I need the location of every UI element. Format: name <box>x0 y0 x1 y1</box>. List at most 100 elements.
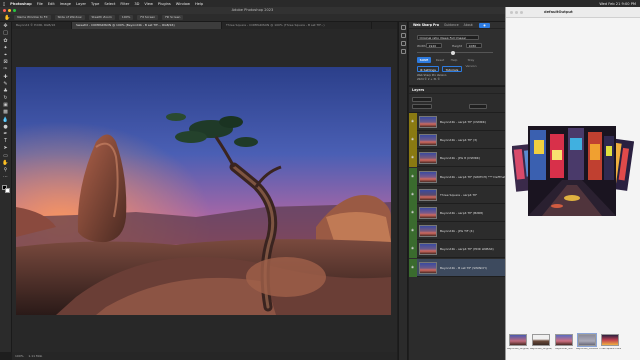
layer-row[interactable]: ◉ Beyond4b - JPG TIF (4) <box>409 222 505 241</box>
layer-name[interactable]: Beyond4b - B set TIF (SWINCH) <box>440 266 487 270</box>
menu-layer[interactable]: Layer <box>76 2 86 6</box>
healing-tool-icon[interactable]: ✚ <box>2 74 9 80</box>
plugin-tab-guidance[interactable]: Guidance <box>444 23 459 27</box>
menubar-clock[interactable]: Wed Feb 21 9:00 PM <box>599 2 636 6</box>
eyedropper-tool-icon[interactable]: ✑ <box>2 66 9 72</box>
doc-tab-3[interactable]: Three Square - COMPARISON @ 100% (Three … <box>222 22 372 29</box>
finder-file-name[interactable]: Three Square COMPARISON <box>599 348 621 351</box>
gradient-tool-icon[interactable]: ▩ <box>2 109 9 115</box>
zoom-window-button[interactable] <box>13 9 16 12</box>
close-window-button[interactable] <box>3 9 6 12</box>
width-field[interactable]: 1920 <box>426 43 442 48</box>
pen-tool-icon[interactable]: ✒ <box>2 131 9 137</box>
move-tool-icon[interactable]: ✥ <box>2 23 9 29</box>
history-brush-tool-icon[interactable]: ↻ <box>2 95 9 101</box>
path-select-tool-icon[interactable]: ➤ <box>2 145 9 151</box>
menu-window[interactable]: Window <box>176 2 190 6</box>
layer-name[interactable]: Beyond4b - sarp4 TIF (CSMRK) <box>440 120 486 124</box>
layer-thumbnail[interactable] <box>419 207 437 219</box>
finder-file-thumbnail[interactable] <box>532 334 550 346</box>
reset-button[interactable]: Reset <box>434 57 446 63</box>
finder-close-button[interactable] <box>510 11 513 14</box>
layer-thumbnail[interactable] <box>419 261 437 274</box>
layer-row[interactable]: ◉ Beyond4b - sarp4 TIF (SWITCH) *** DefTh… <box>409 167 514 186</box>
options-button-5[interactable]: Fit Screen <box>137 15 159 20</box>
layer-thumbnail[interactable] <box>419 152 437 165</box>
layer-name[interactable]: Beyond4b - sarp4 TIF (3) <box>440 138 477 142</box>
finder-file-name[interactable]: Beyond4b_Original_trial <box>530 348 552 351</box>
finder-file-thumbnail[interactable] <box>555 334 573 346</box>
layer-row[interactable]: ◉ Three Square - sarp4 TIF <box>409 185 505 204</box>
visibility-eye-icon[interactable]: ◉ <box>411 228 414 232</box>
zoom-level[interactable]: 100% <box>15 354 24 358</box>
finder-file-thumbnail[interactable] <box>509 334 527 346</box>
menu-type[interactable]: Type <box>91 2 99 6</box>
brush-tool-icon[interactable]: ✎ <box>2 81 9 87</box>
layer-row[interactable]: ◉ Beyond4b - sarp4 TIF (CSMRK) <box>409 113 505 131</box>
menu-edit[interactable]: Edit <box>48 2 55 6</box>
visibility-eye-icon[interactable]: ◉ <box>411 174 414 178</box>
visibility-eye-icon[interactable]: ◉ <box>411 155 414 159</box>
minimize-window-button[interactable] <box>8 9 11 12</box>
layer-thumbnail[interactable] <box>419 243 437 256</box>
preset-select[interactable]: Original ratio (Keep Full Image) <box>417 35 479 40</box>
options-button-4[interactable]: 100% <box>118 15 134 20</box>
layer-row[interactable]: ◉ Beyond4b - JPG 8 (CSMRK) <box>409 149 505 168</box>
document-info[interactable]: 1.11 Mob <box>28 354 42 358</box>
finder-file-name[interactable]: Beyond4b_COMPARISON <box>576 348 598 351</box>
settings-button[interactable]: ⚙ Settings <box>417 66 439 72</box>
plugin-tab-about[interactable]: About <box>464 23 473 27</box>
visibility-eye-icon[interactable]: ◉ <box>411 265 414 269</box>
layer-thumbnail[interactable] <box>419 188 437 201</box>
visibility-eye-icon[interactable]: ◉ <box>411 192 414 196</box>
visibility-eye-icon[interactable]: ◉ <box>411 137 414 141</box>
layer-name[interactable]: Beyond4b - sarp4 TIF (B2R8) <box>440 211 483 215</box>
options-button-6[interactable]: Fill Screen <box>162 15 184 20</box>
eraser-tool-icon[interactable]: ▣ <box>2 102 9 108</box>
menu-3d[interactable]: 3D <box>134 2 139 6</box>
height-field[interactable]: 1080 <box>466 43 482 48</box>
properties-panel-icon[interactable] <box>400 33 406 38</box>
layer-row[interactable]: ◉ Beyond4b - sarp4 TIF (3) <box>409 131 505 150</box>
doc-tab-1[interactable]: Beyond4 © EditR, RGB/16 <box>12 22 72 29</box>
layer-thumbnail[interactable] <box>419 116 437 128</box>
doc-tab-active[interactable]: Sweetld - COMPARISON @ 100% (Beyond4b - … <box>72 22 222 29</box>
history-panel-icon[interactable] <box>400 25 406 30</box>
type-tool-icon[interactable]: T <box>2 138 9 144</box>
layer-name[interactable]: Three Square - sarp4 TIF <box>440 193 477 197</box>
help-button[interactable]: Help <box>449 57 459 63</box>
finder-minimize-button[interactable] <box>515 11 518 14</box>
marquee-tool-icon[interactable]: □ <box>2 30 9 36</box>
finder-zoom-button[interactable] <box>520 11 523 14</box>
menu-file[interactable]: File <box>37 2 43 6</box>
menu-select[interactable]: Select <box>104 2 115 6</box>
more-tools-icon[interactable]: ⋯ <box>2 174 9 180</box>
layer-row[interactable]: ◉ Beyond4b - sarp4 TIF (B2R8) <box>409 204 505 222</box>
dodge-tool-icon[interactable]: ● <box>2 124 9 130</box>
save-button[interactable]: SAVE <box>417 57 431 63</box>
layer-thumbnail[interactable] <box>419 225 437 238</box>
slider-track[interactable] <box>417 52 493 53</box>
stay-version-button[interactable]: Stay Version <box>462 57 480 68</box>
shape-tool-icon[interactable]: ▭ <box>2 153 9 159</box>
blur-tool-icon[interactable]: 💧 <box>2 117 9 123</box>
options-button-3[interactable]: Stealth Zoom <box>88 15 115 20</box>
finder-preview-image[interactable] <box>512 120 634 222</box>
quick-select-tool-icon[interactable]: ✦ <box>2 45 9 51</box>
layer-name[interactable]: Beyond4b - JPG TIF (4) <box>440 229 474 233</box>
blend-mode-select[interactable] <box>412 104 432 109</box>
libraries-panel-icon[interactable] <box>400 49 406 54</box>
hand-tool-icon[interactable]: ✋ <box>4 15 10 21</box>
menu-image[interactable]: Image <box>60 2 71 6</box>
options-button-2[interactable]: Slide of Window <box>54 15 85 20</box>
finder-file-thumbnail[interactable] <box>577 333 597 347</box>
menu-filter[interactable]: Filter <box>120 2 129 6</box>
menu-app-name[interactable]: Photoshop <box>10 2 32 6</box>
document-canvas-image[interactable] <box>16 67 391 315</box>
plugin-share-button[interactable]: ● <box>479 23 490 28</box>
background-color[interactable] <box>4 188 10 194</box>
layer-thumbnail[interactable] <box>419 170 437 183</box>
zoom-tool-icon[interactable]: ⚲ <box>2 167 9 173</box>
color-swatches[interactable] <box>1 184 11 194</box>
menu-plugins[interactable]: Plugins <box>158 2 171 6</box>
